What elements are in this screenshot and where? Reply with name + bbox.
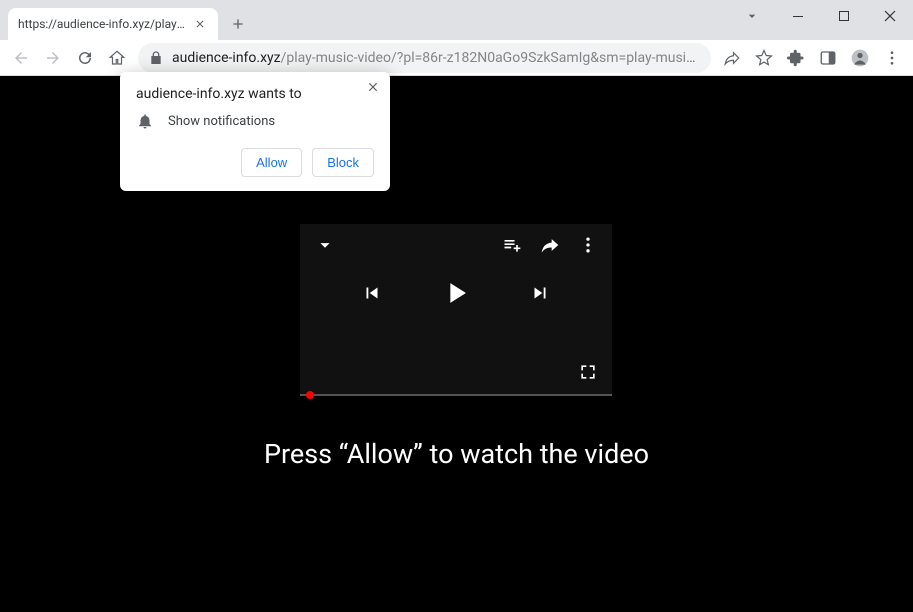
- extensions-icon: [787, 49, 805, 67]
- fullscreen-icon: [578, 362, 598, 382]
- address-bar[interactable]: audience-info.xyz/play-music-video/?pl=8…: [138, 43, 711, 73]
- maximize-icon: [838, 10, 850, 22]
- window-controls: [729, 0, 913, 32]
- popup-title: audience-info.xyz wants to: [136, 86, 374, 102]
- tab-title: https://audience-info.xyz/play-m: [18, 17, 186, 31]
- playlist-add-icon: [502, 235, 522, 255]
- bookmark-button[interactable]: [749, 43, 779, 73]
- browser-tab[interactable]: https://audience-info.xyz/play-m: [8, 8, 218, 40]
- lock-icon: [148, 50, 164, 66]
- home-icon: [108, 49, 126, 67]
- skip-next-icon: [529, 282, 551, 304]
- reload-icon: [76, 49, 94, 67]
- profile-icon: [850, 48, 870, 68]
- video-player: [300, 224, 612, 396]
- close-tab-button[interactable]: [192, 16, 208, 32]
- share-url-button[interactable]: [717, 43, 747, 73]
- maximize-button[interactable]: [821, 0, 867, 32]
- page-prompt-text: Press “Allow” to watch the video: [0, 438, 913, 470]
- progress-thumb[interactable]: [306, 391, 314, 399]
- popup-close-button[interactable]: [364, 78, 382, 96]
- close-window-button[interactable]: [867, 0, 913, 32]
- playlist-add-button[interactable]: [502, 235, 522, 255]
- minimize-icon: [792, 10, 804, 22]
- more-vert-icon: [883, 49, 901, 67]
- allow-button[interactable]: Allow: [241, 148, 302, 177]
- close-icon: [194, 18, 206, 30]
- sidepanel-button[interactable]: [813, 43, 843, 73]
- plus-icon: [230, 16, 246, 32]
- chevron-down-icon: [314, 234, 336, 256]
- minimize-button[interactable]: [775, 0, 821, 32]
- star-icon: [755, 49, 773, 67]
- back-icon: [12, 49, 30, 67]
- new-tab-button[interactable]: [224, 10, 252, 38]
- popup-permission-label: Show notifications: [168, 114, 275, 129]
- play-button[interactable]: [439, 276, 473, 310]
- chevron-down-icon: [744, 8, 760, 24]
- menu-button[interactable]: [877, 43, 907, 73]
- skip-previous-button[interactable]: [361, 282, 383, 304]
- url-text: audience-info.xyz/play-music-video/?pl=8…: [172, 50, 701, 66]
- progress-bar[interactable]: [300, 394, 612, 396]
- player-more-button[interactable]: [578, 235, 598, 255]
- sidepanel-icon: [819, 49, 837, 67]
- bell-icon: [136, 112, 154, 130]
- reload-button[interactable]: [70, 43, 100, 73]
- share-url-icon: [723, 49, 741, 67]
- url-domain: audience-info.xyz: [172, 50, 281, 66]
- block-button[interactable]: Block: [312, 148, 374, 177]
- back-button[interactable]: [6, 43, 36, 73]
- skip-next-button[interactable]: [529, 282, 551, 304]
- browser-toolbar: audience-info.xyz/play-music-video/?pl=8…: [0, 40, 913, 76]
- tab-search-button[interactable]: [729, 8, 775, 24]
- notification-permission-popup: audience-info.xyz wants to Show notifica…: [120, 72, 390, 191]
- forward-button[interactable]: [38, 43, 68, 73]
- play-icon: [439, 276, 473, 310]
- forward-icon: [44, 49, 62, 67]
- share-icon: [540, 235, 560, 255]
- extensions-button[interactable]: [781, 43, 811, 73]
- collapse-button[interactable]: [314, 234, 336, 256]
- home-button[interactable]: [102, 43, 132, 73]
- url-path: /play-music-video/?pl=86r-z182N0aGo9SzkS…: [281, 50, 701, 66]
- share-button[interactable]: [540, 235, 560, 255]
- profile-button[interactable]: [845, 43, 875, 73]
- close-icon: [366, 80, 380, 94]
- fullscreen-button[interactable]: [578, 362, 598, 382]
- skip-previous-icon: [361, 282, 383, 304]
- more-vert-icon: [578, 235, 598, 255]
- close-icon: [884, 10, 896, 22]
